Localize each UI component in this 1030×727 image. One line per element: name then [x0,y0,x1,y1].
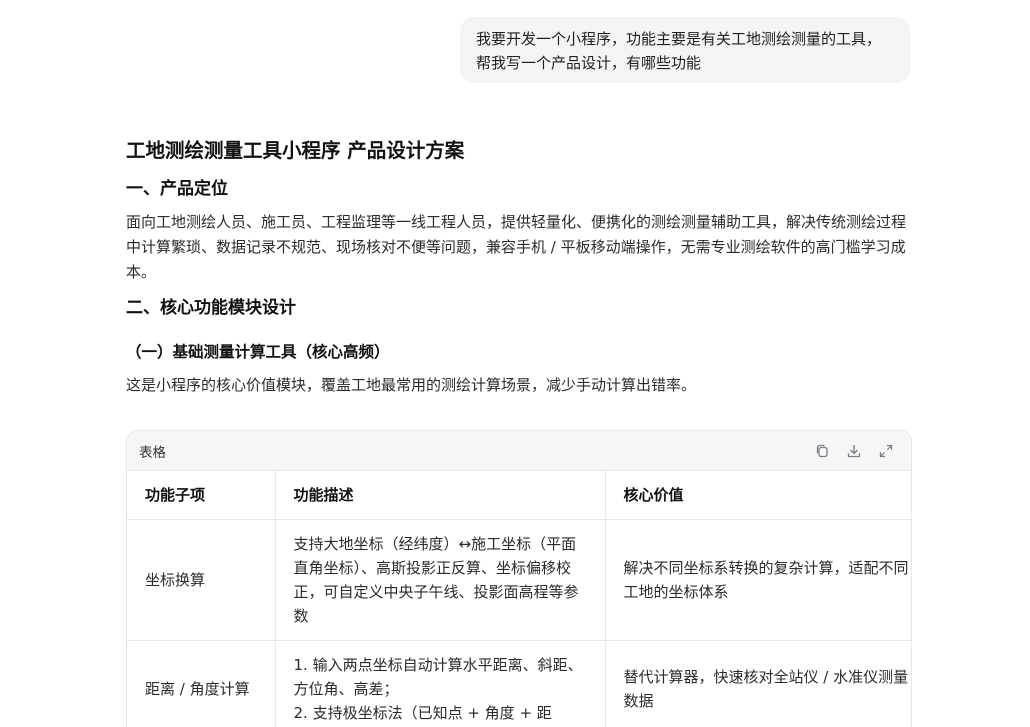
cell-item: 坐标换算 [127,519,276,641]
cell-value: 解决不同坐标系转换的复杂计算，适配不同工地的坐标体系 [605,519,911,641]
table-header-bar: 表格 [127,431,911,471]
table-card: 表格 功能子项 功能描述 核心价值 坐标换算 支持大地坐标（经纬度）↔施工坐标（… [126,430,912,727]
column-header-description: 功能描述 [275,471,606,520]
table-header-row: 功能子项 功能描述 核心价值 [127,471,911,520]
subsection-heading-basic-tools: （一）基础测量计算工具（核心高频） [126,343,390,361]
cell-item: 距离 / 角度计算 [127,640,276,727]
download-icon[interactable] [845,442,863,460]
answer-title: 工地测绘测量工具小程序 产品设计方案 [126,139,465,162]
chat-page: 我要开发一个小程序，功能主要是有关工地测绘测量的工具，帮我写一个产品设计，有哪些… [0,0,1030,727]
user-message-bubble: 我要开发一个小程序，功能主要是有关工地测绘测量的工具，帮我写一个产品设计，有哪些… [460,17,910,83]
table-row: 距离 / 角度计算 1. 输入两点坐标自动计算水平距离、斜距、方位角、高差； 2… [127,640,911,727]
cell-description: 1. 输入两点坐标自动计算水平距离、斜距、方位角、高差； 2. 支持极坐标法（已… [275,640,606,727]
section-heading-positioning: 一、产品定位 [126,179,228,199]
table-label: 表格 [139,444,166,461]
column-header-value: 核心价值 [605,471,911,520]
section-heading-core-modules: 二、核心功能模块设计 [126,298,296,318]
cell-description: 支持大地坐标（经纬度）↔施工坐标（平面直角坐标）、高斯投影正反算、坐标偏移校正，… [275,519,606,641]
cell-value: 替代计算器，快速核对全站仪 / 水准仪测量数据 [605,640,911,727]
subsection-text-basic-tools: 这是小程序的核心价值模块，覆盖工地最常用的测绘计算场景，减少手动计算出错率。 [126,376,697,394]
table-toolbar [813,442,895,460]
assistant-answer: 工地测绘测量工具小程序 产品设计方案 一、产品定位 面向工地测绘人员、施工员、工… [126,134,910,398]
column-header-item: 功能子项 [127,471,276,520]
expand-icon[interactable] [877,442,895,460]
feature-table: 功能子项 功能描述 核心价值 坐标换算 支持大地坐标（经纬度）↔施工坐标（平面直… [127,471,911,727]
table-row: 坐标换算 支持大地坐标（经纬度）↔施工坐标（平面直角坐标）、高斯投影正反算、坐标… [127,519,911,641]
section-text-positioning: 面向工地测绘人员、施工员、工程监理等一线工程人员，提供轻量化、便携化的测绘测量辅… [126,213,907,281]
user-message-text: 我要开发一个小程序，功能主要是有关工地测绘测量的工具，帮我写一个产品设计，有哪些… [476,30,882,72]
copy-icon[interactable] [813,442,831,460]
